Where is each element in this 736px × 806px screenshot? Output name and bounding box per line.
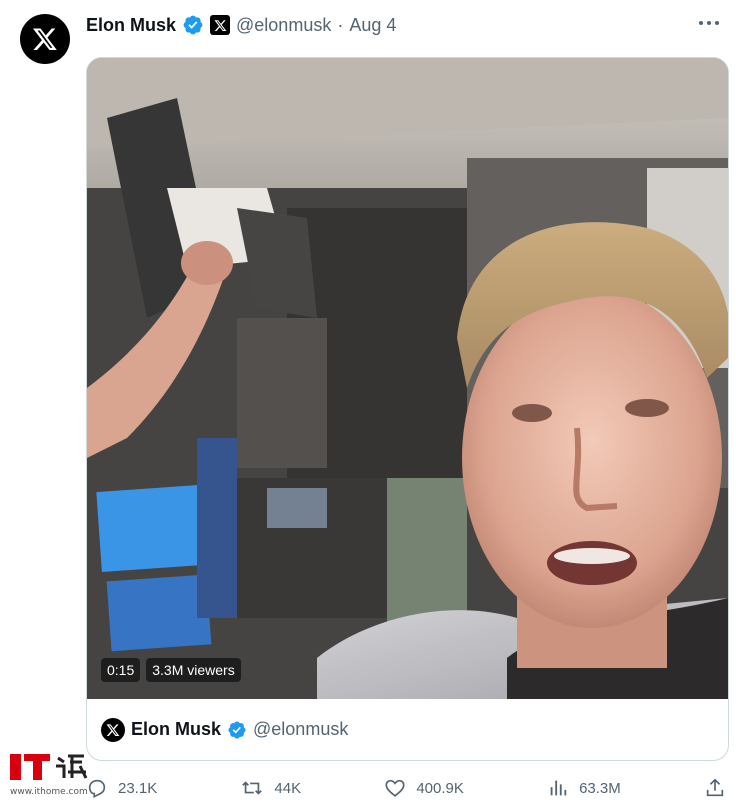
watermark-url: www.ithome.com xyxy=(10,787,88,797)
reply-count: 23.1K xyxy=(118,779,158,797)
heart-icon xyxy=(385,779,405,797)
share-button[interactable] xyxy=(704,777,726,799)
like-button[interactable]: 400.9K xyxy=(384,777,464,799)
view-count: 63.3M xyxy=(579,779,621,797)
quoted-avatar xyxy=(101,717,125,742)
share-icon xyxy=(706,778,724,797)
action-bar: 23.1K 44K 400.9K 63.3M xyxy=(86,774,726,802)
verified-badge-icon xyxy=(182,14,204,36)
author-handle[interactable]: @elonmusk xyxy=(236,15,331,36)
quoted-author-name: Elon Musk xyxy=(131,719,222,739)
repost-count: 44K xyxy=(274,779,302,797)
verified-badge-icon xyxy=(227,720,247,740)
analytics-icon xyxy=(550,780,567,796)
x-affiliate-icon xyxy=(210,15,231,35)
video-duration: 0:15 xyxy=(101,658,141,682)
quoted-author-handle: @elonmusk xyxy=(253,719,349,739)
repost-button[interactable]: 44K xyxy=(240,777,301,799)
viewer-count: 3.3M viewers xyxy=(146,658,241,682)
reply-icon xyxy=(88,779,106,799)
views-button[interactable]: 63.3M xyxy=(547,777,621,799)
media-card: 0:15 3.3M viewers Elon Musk @elonmusk xyxy=(86,57,729,761)
reply-button[interactable]: 23.1K xyxy=(86,777,157,799)
quoted-author-row[interactable]: Elon Musk @elonmusk xyxy=(87,699,728,760)
author-name[interactable]: Elon Musk xyxy=(86,15,176,36)
video-overlay: 0:15 3.3M viewers xyxy=(101,658,241,682)
repost-icon xyxy=(242,781,263,795)
more-options-icon[interactable] xyxy=(694,10,724,36)
x-logo-icon xyxy=(32,28,57,51)
video-frame-image xyxy=(87,58,728,699)
tweet-header: Elon Musk @elonmusk · Aug 4 xyxy=(86,12,396,38)
video-player[interactable]: 0:15 3.3M viewers xyxy=(87,58,728,699)
tweet-date[interactable]: Aug 4 xyxy=(349,15,396,36)
like-count: 400.9K xyxy=(416,779,464,797)
author-avatar[interactable] xyxy=(20,14,70,64)
separator-dot: · xyxy=(337,14,344,35)
x-logo-icon xyxy=(106,723,120,736)
